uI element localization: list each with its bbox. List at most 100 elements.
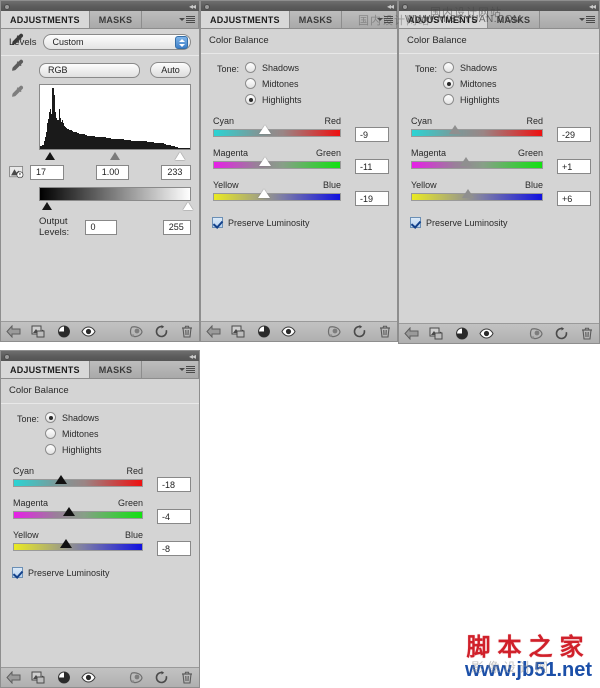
stepper-icon[interactable] [175, 36, 188, 49]
slider-value-field[interactable]: -29 [557, 127, 591, 142]
auto-button[interactable]: Auto [149, 62, 191, 78]
slider-value-field[interactable]: +6 [557, 191, 591, 206]
output-black-handle[interactable] [41, 202, 52, 210]
histogram-warning-icon[interactable] [9, 163, 24, 181]
slider-track[interactable] [411, 161, 543, 169]
mask-view-icon[interactable] [524, 324, 549, 344]
slider-value-field[interactable]: +1 [557, 159, 591, 174]
tab-masks[interactable]: MASKS [89, 11, 143, 28]
slider-thumb[interactable] [259, 157, 272, 166]
eye-visibility-icon[interactable] [76, 668, 101, 688]
tone-option-shadows[interactable]: Shadows [245, 62, 302, 73]
split-view-icon[interactable] [51, 668, 76, 688]
output-handles[interactable] [39, 201, 193, 212]
black-point-eyedropper-icon[interactable] [10, 32, 26, 48]
slider-track[interactable] [13, 543, 143, 551]
radio-shadows-icon[interactable] [45, 412, 57, 423]
tone-option-midtones[interactable]: Midtones [443, 78, 500, 89]
tab-adjustments[interactable]: ADJUSTMENTS [1, 361, 90, 378]
radio-highlights-icon[interactable] [443, 94, 455, 105]
panel-menu-button[interactable] [179, 366, 195, 373]
input-white-field[interactable]: 233 [161, 164, 191, 180]
back-arrow-icon[interactable] [1, 668, 26, 688]
preserve-luminosity-checkbox[interactable] [212, 217, 223, 228]
clip-to-layer-icon[interactable] [424, 324, 449, 344]
trash-icon[interactable] [574, 324, 599, 344]
tone-option-midtones[interactable]: Midtones [245, 78, 302, 89]
slider-thumb[interactable] [448, 125, 461, 134]
radio-midtones-icon[interactable] [45, 428, 57, 439]
split-view-icon[interactable] [251, 322, 276, 342]
levels-preset-select[interactable]: Custom [43, 34, 191, 50]
slider-thumb[interactable] [461, 189, 474, 198]
slider-track[interactable] [213, 161, 341, 169]
tone-option-highlights[interactable]: Highlights [443, 94, 500, 105]
gray-point-eyedropper-icon[interactable] [10, 58, 26, 74]
slider-value-field[interactable]: -19 [355, 191, 389, 206]
slider-track[interactable] [13, 511, 143, 519]
clip-to-layer-icon[interactable] [26, 322, 51, 342]
trash-icon[interactable] [174, 668, 199, 688]
clip-to-layer-icon[interactable] [226, 322, 251, 342]
reset-icon[interactable] [149, 322, 174, 342]
levels-gray-handle[interactable] [110, 152, 120, 160]
collapse-icon[interactable]: ◂◂ [189, 352, 196, 361]
trash-icon[interactable] [372, 322, 397, 342]
output-white-field[interactable]: 255 [162, 219, 191, 235]
split-view-icon[interactable] [51, 322, 76, 342]
levels-white-handle[interactable] [175, 152, 186, 160]
preserve-luminosity-checkbox[interactable] [410, 217, 421, 228]
mask-view-icon[interactable] [322, 322, 347, 342]
white-point-eyedropper-icon[interactable] [10, 84, 26, 100]
slider-value-field[interactable]: -9 [355, 127, 389, 142]
input-gamma-field[interactable]: 1.00 [95, 164, 130, 180]
input-black-field[interactable]: 17 [30, 164, 64, 180]
output-white-handle[interactable] [182, 202, 193, 210]
slider-value-field[interactable]: -4 [157, 509, 191, 524]
tone-option-midtones[interactable]: Midtones [45, 428, 102, 439]
reset-icon[interactable] [549, 324, 574, 344]
panel-menu-button[interactable] [179, 16, 195, 23]
split-view-icon[interactable] [449, 324, 474, 344]
radio-highlights-icon[interactable] [245, 94, 257, 105]
collapse-icon[interactable]: ◂◂ [189, 2, 196, 11]
slider-thumb[interactable] [259, 125, 272, 134]
slider-track[interactable] [411, 129, 543, 137]
reset-icon[interactable] [347, 322, 372, 342]
slider-track[interactable] [411, 193, 543, 201]
slider-thumb[interactable] [60, 539, 73, 548]
slider-thumb[interactable] [460, 157, 473, 166]
slider-thumb[interactable] [258, 189, 271, 198]
reset-icon[interactable] [149, 668, 174, 688]
back-arrow-icon[interactable] [399, 324, 424, 344]
tab-masks[interactable]: MASKS [289, 11, 343, 28]
radio-highlights-icon[interactable] [45, 444, 57, 455]
slider-value-field[interactable]: -11 [355, 159, 389, 174]
slider-thumb[interactable] [55, 475, 68, 484]
slider-thumb[interactable] [62, 507, 75, 516]
tab-adjustments[interactable]: ADJUSTMENTS [399, 11, 488, 28]
slider-track[interactable] [213, 193, 341, 201]
radio-midtones-icon[interactable] [245, 78, 257, 89]
tone-option-shadows[interactable]: Shadows [443, 62, 500, 73]
eye-visibility-icon[interactable] [76, 322, 101, 342]
slider-value-field[interactable]: -8 [157, 541, 191, 556]
back-arrow-icon[interactable] [1, 322, 26, 342]
tone-option-highlights[interactable]: Highlights [45, 444, 102, 455]
radio-shadows-icon[interactable] [245, 62, 257, 73]
mask-view-icon[interactable] [124, 322, 149, 342]
panel-menu-button[interactable] [377, 16, 393, 23]
levels-black-handle[interactable] [44, 152, 55, 160]
radio-shadows-icon[interactable] [443, 62, 455, 73]
trash-icon[interactable] [174, 322, 199, 342]
output-black-field[interactable]: 0 [84, 219, 117, 235]
collapse-icon[interactable]: ◂◂ [387, 2, 394, 11]
tab-masks[interactable]: MASKS [89, 361, 143, 378]
levels-input-handles[interactable] [39, 151, 191, 162]
back-arrow-icon[interactable] [201, 322, 226, 342]
tone-option-shadows[interactable]: Shadows [45, 412, 102, 423]
slider-value-field[interactable]: -18 [157, 477, 191, 492]
collapse-icon[interactable]: ◂◂ [589, 2, 596, 11]
mask-view-icon[interactable] [124, 668, 149, 688]
slider-track[interactable] [213, 129, 341, 137]
